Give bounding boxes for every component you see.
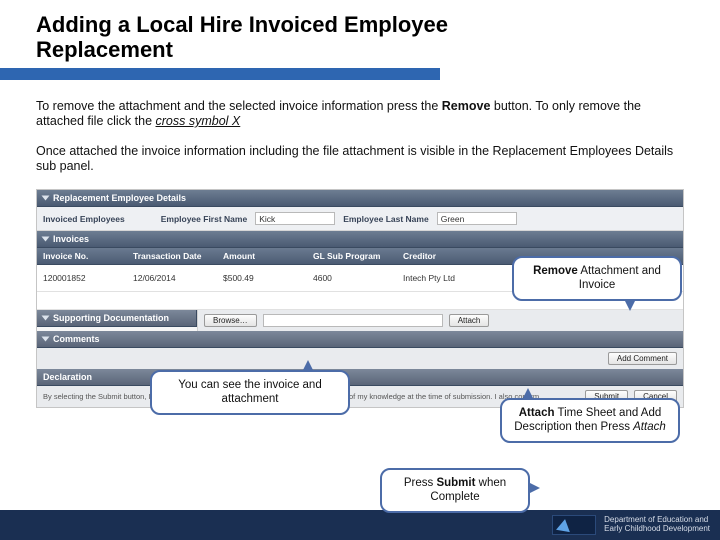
- chevron-down-icon: [42, 196, 50, 201]
- body-copy: To remove the attachment and the selecte…: [36, 99, 684, 176]
- last-name-field[interactable]: Green: [437, 212, 517, 225]
- last-name-label: Employee Last Name: [343, 214, 429, 224]
- browse-button[interactable]: Browse…: [204, 314, 257, 327]
- employee-row: Invoiced Employees Employee First Name K…: [37, 207, 683, 231]
- col-gl-sub-program: GL Sub Program: [307, 248, 397, 264]
- col-amount: Amount: [217, 248, 307, 264]
- cell-amount: $500.49: [217, 270, 307, 286]
- paragraph-1: To remove the attachment and the selecte…: [36, 99, 684, 130]
- callout-attach-bold1: Attach: [519, 407, 555, 419]
- add-comment-button[interactable]: Add Comment: [608, 352, 677, 365]
- victoria-logo-icon: [552, 515, 596, 535]
- cell-gl: 4600: [307, 270, 397, 286]
- callout-invoice-text: You can see the invoice and attachment: [178, 379, 321, 405]
- section-label: Comments: [53, 334, 100, 344]
- col-transaction-date: Transaction Date: [127, 248, 217, 264]
- chevron-down-icon: [42, 316, 50, 321]
- chevron-down-icon: [42, 337, 50, 342]
- callout-remove-bold: Remove: [533, 265, 578, 277]
- cell-invoice-no: 120001852: [37, 270, 127, 286]
- page-title: Adding a Local Hire Invoiced Employee Re…: [36, 12, 684, 63]
- callout-attach-ital: Attach: [633, 421, 666, 433]
- p1-part-a: To remove the attachment and the selecte…: [36, 99, 442, 113]
- footer-line-2: Early Childhood Development: [604, 525, 710, 534]
- p1-remove-bold: Remove: [442, 99, 491, 113]
- invoiced-employees-label: Invoiced Employees: [43, 214, 125, 224]
- section-label: Supporting Documentation: [53, 313, 169, 323]
- description-field[interactable]: [263, 314, 443, 327]
- callout-submit-bold: Submit: [436, 477, 475, 489]
- supporting-doc-row: Browse… Attach: [197, 310, 683, 331]
- title-line-2: Replacement: [36, 37, 173, 62]
- attach-button[interactable]: Attach: [449, 314, 490, 327]
- section-comments[interactable]: Comments: [37, 331, 683, 348]
- paragraph-2: Once attached the invoice information in…: [36, 144, 684, 175]
- title-accent-bar: [0, 68, 440, 80]
- callout-remove: Remove Attachment and Invoice: [512, 256, 682, 301]
- section-label: Declaration: [43, 372, 92, 382]
- footer: Department of Education and Early Childh…: [0, 510, 720, 540]
- first-name-label: Employee First Name: [161, 214, 247, 224]
- callout-invoice-visible: You can see the invoice and attachment: [150, 370, 350, 415]
- callout-attach: Attach Time Sheet and Add Description th…: [500, 398, 680, 443]
- section-declaration[interactable]: Declaration: [37, 369, 683, 386]
- cell-transaction-date: 12/06/2014: [127, 270, 217, 286]
- section-replacement-details[interactable]: Replacement Employee Details: [37, 190, 683, 207]
- section-label: Invoices: [53, 234, 89, 244]
- section-supporting-docs[interactable]: Supporting Documentation: [37, 310, 197, 327]
- callout-submit-a: Press: [404, 477, 437, 489]
- callout-remove-text: Attachment and Invoice: [578, 265, 661, 291]
- section-invoices[interactable]: Invoices: [37, 231, 683, 248]
- col-invoice-no: Invoice No.: [37, 248, 127, 264]
- footer-dept-text: Department of Education and Early Childh…: [604, 516, 710, 534]
- callout-submit: Press Submit when Complete: [380, 468, 530, 513]
- first-name-field[interactable]: Kick: [255, 212, 335, 225]
- title-line-1: Adding a Local Hire Invoiced Employee: [36, 12, 448, 37]
- p1-cross-italic: cross symbol X: [156, 114, 241, 128]
- comments-row: Add Comment: [37, 348, 683, 369]
- section-label: Replacement Employee Details: [53, 193, 186, 203]
- chevron-down-icon: [42, 237, 50, 242]
